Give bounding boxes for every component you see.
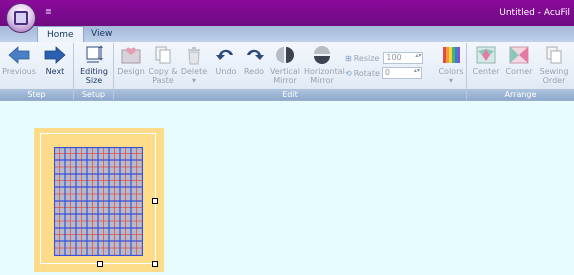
previous-button[interactable]: Previous	[2, 45, 36, 76]
undo-icon	[215, 45, 237, 65]
trash-icon	[183, 45, 205, 65]
copy-paste-button[interactable]: Copy & Paste	[148, 45, 178, 85]
resize-icon: ⊞	[345, 53, 352, 63]
title-bar: ≣ Untitled - AcuFil	[0, 0, 574, 26]
resize-handle-bottom[interactable]	[97, 261, 103, 267]
colors-dropdown-arrow[interactable]: ▾	[437, 76, 465, 85]
resize-handle-bottom-right[interactable]	[152, 261, 158, 267]
corner-button[interactable]: Corner	[504, 45, 534, 76]
ribbon-tab-row: Home View	[0, 26, 574, 42]
redo-icon	[243, 45, 265, 65]
quilt-grid-block[interactable]	[54, 147, 143, 256]
resize-handle-right[interactable]	[152, 198, 158, 204]
center-icon	[475, 45, 497, 65]
group-label-setup: Setup	[74, 89, 113, 100]
corner-icon	[508, 45, 530, 65]
tab-view[interactable]: View	[82, 26, 121, 42]
next-button[interactable]: Next	[38, 45, 72, 76]
arrow-left-icon	[8, 45, 30, 65]
editing-size-icon	[83, 45, 105, 65]
arrow-right-icon	[44, 45, 66, 65]
app-logo-icon	[14, 11, 28, 25]
horizontal-mirror-button[interactable]: Horizontal Mirror	[304, 45, 345, 85]
design-icon	[120, 45, 142, 65]
colors-icon	[440, 45, 462, 65]
resize-spinner[interactable]: 100	[383, 52, 424, 64]
horizontal-mirror-icon	[311, 45, 333, 65]
group-edit: Design Copy & Paste Delete ▾ Undo Redo V…	[114, 43, 467, 100]
group-arrange: Center Corner Sewing Order Arrange	[467, 43, 574, 100]
group-step: Previous Next Step	[0, 43, 74, 100]
sewing-order-button[interactable]: Sewing Order	[537, 45, 571, 85]
vertical-mirror-button[interactable]: Vertical Mirror	[270, 45, 300, 85]
undo-button[interactable]: Undo	[214, 45, 238, 76]
rotate-icon: ⟲	[345, 68, 352, 78]
quick-access-toolbar[interactable]: ≣	[45, 7, 52, 16]
application-menu-button[interactable]	[6, 3, 36, 33]
center-button[interactable]: Center	[471, 45, 501, 76]
group-label-edit: Edit	[114, 89, 466, 100]
design-canvas[interactable]	[0, 101, 574, 275]
tab-home[interactable]: Home	[37, 26, 84, 42]
rotate-control: ⟲ Rotate 0	[345, 67, 422, 79]
colors-button[interactable]: Colors ▾	[437, 45, 465, 85]
window-title: Untitled - AcuFil	[499, 8, 570, 18]
editing-size-button[interactable]: Editing Size	[77, 45, 111, 85]
copy-icon	[152, 45, 174, 65]
delete-button[interactable]: Delete ▾	[180, 45, 208, 85]
vertical-mirror-icon	[274, 45, 296, 65]
group-label-step: Step	[0, 89, 73, 100]
group-label-arrange: Arrange	[467, 89, 574, 100]
design-button[interactable]: Design	[117, 45, 145, 76]
delete-dropdown-arrow[interactable]: ▾	[180, 76, 208, 85]
sewing-order-icon	[543, 45, 565, 65]
resize-control: ⊞ Resize 100	[345, 52, 424, 64]
rotate-spinner[interactable]: 0	[381, 67, 422, 79]
redo-button[interactable]: Redo	[242, 45, 266, 76]
group-setup: Editing Size Setup	[74, 43, 114, 100]
ribbon: Previous Next Step Editing Size Setup De…	[0, 42, 574, 101]
